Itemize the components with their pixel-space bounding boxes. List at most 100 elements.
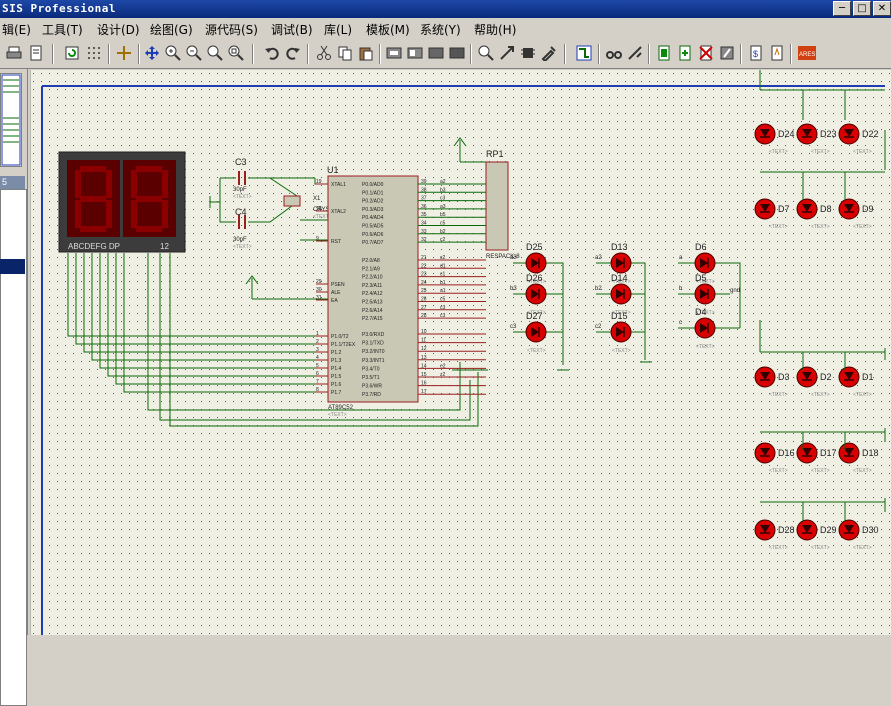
mcu-pin-number: 21	[421, 255, 427, 261]
schematic-drawing[interactable]: ABCDEFG DP 12 C3 30pF <TEXT> C4 30pF <TE…	[30, 70, 891, 635]
mcu-pin-name: P2.0/A8	[362, 258, 380, 264]
property-tool-icon[interactable]	[627, 45, 643, 61]
net-label: b3	[440, 187, 446, 193]
mcu-pin-name: P2.3/A11	[362, 283, 382, 289]
led-stamp: <TEXT>	[811, 149, 830, 155]
wire-autorouter-icon[interactable]	[576, 45, 592, 61]
toolbar-separator	[379, 44, 381, 64]
toolbar-separator	[598, 44, 600, 64]
block-rotate-icon[interactable]	[428, 45, 444, 61]
pan-icon[interactable]	[144, 45, 160, 61]
led-ref: D1	[862, 372, 874, 382]
led-ref: D17	[820, 448, 837, 458]
zoom-area-icon[interactable]	[228, 45, 244, 61]
menu-source[interactable]: 源代码(S)	[205, 21, 258, 38]
mcu-pin-number: 39	[421, 179, 427, 185]
led-stamp: <TEXT>	[853, 468, 872, 474]
redo-icon[interactable]	[285, 45, 301, 61]
overview-thumbnail[interactable]	[0, 73, 22, 167]
origin-icon[interactable]	[116, 45, 132, 61]
mcu-pin-name: P1.3	[331, 358, 342, 364]
mcu-pin-name: P2.6/A14	[362, 308, 383, 314]
mcu-pin-name: P1.1/T2EX	[331, 342, 356, 348]
device-selector-tab[interactable]: 5	[0, 176, 25, 189]
print-icon[interactable]	[6, 45, 22, 61]
paste-icon[interactable]	[358, 45, 374, 61]
mcu-pin-name: P2.1/A9	[362, 266, 380, 272]
led-stamp: <TEXT>	[769, 468, 788, 474]
menu-tools[interactable]: 工具(T)	[42, 21, 83, 38]
cut-icon[interactable]	[316, 45, 332, 61]
net-label: a1	[440, 288, 446, 294]
display-pin-label: ABCDEFG DP	[68, 242, 120, 251]
menu-graph[interactable]: 绘图(G)	[150, 21, 193, 38]
design-explorer-icon[interactable]	[769, 45, 785, 61]
net-label: c3	[440, 196, 446, 202]
netlist-icon[interactable]	[719, 45, 735, 61]
led-body	[754, 366, 776, 388]
menu-help[interactable]: 帮助(H)	[474, 21, 516, 38]
mcu-pin-number: 34	[421, 221, 427, 227]
mcu-pin-name: ALE	[331, 290, 341, 296]
undo-icon[interactable]	[264, 45, 280, 61]
mcu-pin-number: 31	[316, 295, 322, 301]
menu-design[interactable]: 设计(D)	[97, 21, 140, 38]
mcu-pin-number: 35	[421, 212, 427, 218]
cap-c3-ref: C3	[235, 157, 247, 167]
make-device-icon[interactable]	[499, 45, 515, 61]
led-stamp: <TEXT>	[853, 149, 872, 155]
page-icon[interactable]	[28, 45, 44, 61]
new-sheet-icon[interactable]	[656, 45, 672, 61]
net-label: b1	[440, 280, 446, 286]
led-body	[754, 442, 776, 464]
net-label: c3	[440, 313, 446, 319]
led-body	[610, 283, 632, 305]
search-icon[interactable]	[606, 45, 622, 61]
remove-sheet-icon[interactable]	[677, 45, 693, 61]
mcu-pin-number: 29	[316, 279, 322, 285]
pick-device-icon[interactable]	[478, 45, 494, 61]
zoom-out-icon[interactable]	[186, 45, 202, 61]
schematic-canvas[interactable]: ABCDEFG DP 12 C3 30pF <TEXT> C4 30pF <TE…	[30, 70, 891, 635]
menu-system[interactable]: 系统(Y)	[420, 21, 461, 38]
menu-template[interactable]: 模板(M)	[366, 21, 410, 38]
close-button[interactable]: ✕	[873, 1, 891, 16]
net-label: c5	[440, 221, 446, 227]
zoom-all-icon[interactable]	[207, 45, 223, 61]
led-body	[838, 123, 860, 145]
menu-edit[interactable]: 辑(E)	[2, 21, 31, 38]
overview-panel: 5	[0, 69, 28, 706]
menu-debug[interactable]: 调试(B)	[271, 21, 313, 38]
mcu-pin-name: P2.4/A12	[362, 291, 383, 297]
decompose-icon[interactable]	[541, 45, 557, 61]
led-stamp: <TEXT>	[769, 224, 788, 230]
seven-segment-display[interactable]: ABCDEFG DP 12	[58, 151, 186, 253]
led-ref: D14	[611, 273, 628, 283]
minimize-button[interactable]: ─	[833, 1, 851, 16]
zoom-in-icon[interactable]	[165, 45, 181, 61]
bill-of-materials-icon[interactable]	[698, 45, 714, 61]
block-delete-icon[interactable]	[449, 45, 465, 61]
block-copy-icon[interactable]	[386, 45, 402, 61]
menu-bar: 辑(E) 工具(T) 设计(D) 绘图(G) 源代码(S) 调试(B) 库(L)…	[0, 18, 891, 41]
led-net-label: c	[679, 320, 682, 326]
mcu-pin-number: 6	[316, 371, 319, 377]
mcu-pin-name: P0.7/AD7	[362, 240, 384, 246]
packaging-icon[interactable]	[520, 45, 536, 61]
net-label: c2	[440, 255, 446, 261]
block-move-icon[interactable]	[407, 45, 423, 61]
mcu-pin-number: 22	[421, 263, 427, 269]
led-stamp: <TEXT>	[696, 344, 715, 350]
refresh-icon[interactable]	[64, 45, 80, 61]
menu-library[interactable]: 库(L)	[324, 21, 352, 38]
mcu-pin-name: PSEN	[331, 282, 345, 288]
copy-icon[interactable]	[337, 45, 353, 61]
device-list-selected-item[interactable]	[0, 259, 25, 274]
toolbar-separator	[252, 44, 254, 64]
grid-icon[interactable]	[86, 45, 102, 61]
led-stamp: <TEXT>	[811, 224, 830, 230]
gnd-label: gnd	[730, 288, 740, 294]
ares-icon[interactable]: ARES	[798, 45, 816, 61]
electrical-check-icon[interactable]: $	[748, 45, 764, 61]
maximize-button[interactable]: □	[853, 1, 871, 16]
